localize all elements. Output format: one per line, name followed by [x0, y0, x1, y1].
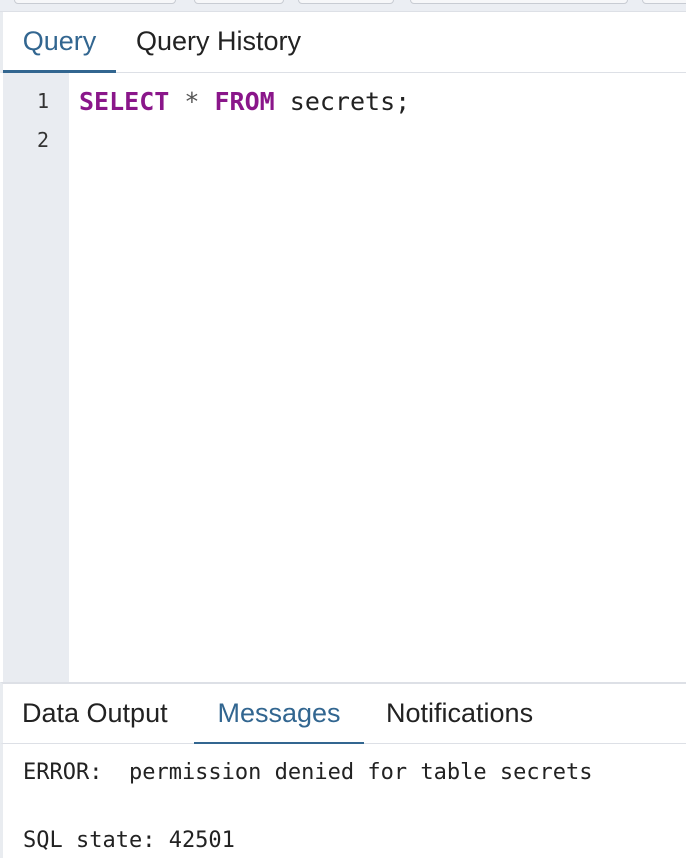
error-message: ERROR: permission denied for table secre… — [23, 760, 593, 785]
output-tab-bar: Data Output Messages Notifications — [0, 682, 686, 745]
toolbar-button[interactable] — [642, 0, 686, 4]
sql-state-message: SQL state: 42501 — [23, 828, 235, 853]
editor-tab-bar: Query Query History — [0, 12, 686, 73]
tab-data-output[interactable]: Data Output — [22, 684, 168, 744]
messages-panel: ERROR: permission denied for table secre… — [0, 744, 686, 858]
identifier-table: secrets; — [289, 87, 411, 116]
line-number: 1 — [36, 89, 49, 113]
keyword-select: SELECT — [79, 87, 170, 116]
tab-messages[interactable]: Messages — [194, 684, 364, 745]
line-number-gutter: 1 2 — [3, 73, 69, 682]
code-line-2[interactable] — [79, 126, 639, 156]
line-number: 2 — [36, 128, 49, 152]
toolbar-strip — [0, 0, 686, 12]
tab-query[interactable]: Query — [3, 12, 116, 73]
code-line-1[interactable]: SELECT * FROM secrets; — [79, 87, 410, 116]
sql-editor[interactable]: 1 2 SELECT * FROM secrets; — [0, 73, 686, 682]
tab-query-history[interactable]: Query History — [136, 12, 301, 72]
tab-notifications-label: Notifications — [386, 698, 534, 728]
operator-star: * — [184, 87, 200, 116]
toolbar-button[interactable] — [194, 0, 284, 4]
tab-data-output-label: Data Output — [22, 698, 168, 728]
tab-notifications[interactable]: Notifications — [386, 684, 533, 744]
toolbar-button[interactable] — [298, 0, 394, 4]
tab-messages-label: Messages — [217, 698, 341, 728]
toolbar-dropdown[interactable] — [410, 0, 628, 4]
tab-query-history-label: Query History — [136, 26, 302, 56]
keyword-from: FROM — [214, 87, 275, 116]
tab-query-label: Query — [22, 26, 97, 56]
toolbar-button[interactable] — [14, 0, 176, 4]
